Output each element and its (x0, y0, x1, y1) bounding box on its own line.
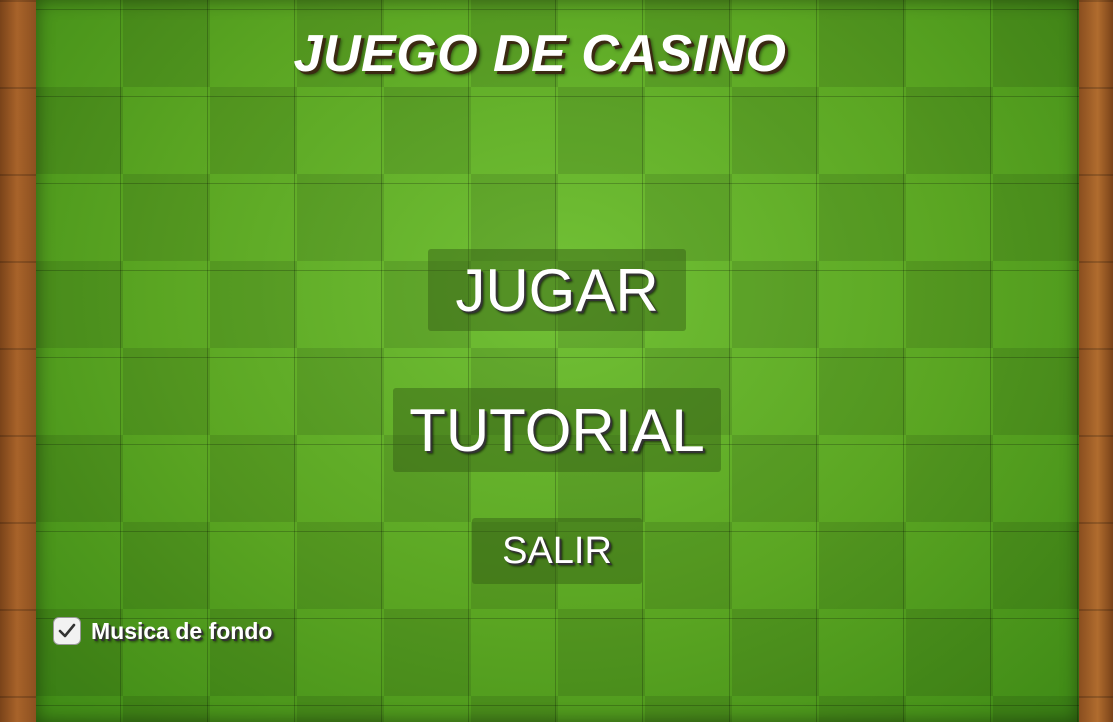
background-music-toggle[interactable]: Musica de fondo (53, 617, 272, 645)
tutorial-button[interactable]: TUTORIAL (393, 388, 721, 472)
checkmark-icon (58, 623, 76, 638)
play-button[interactable]: JUGAR (428, 249, 686, 331)
exit-button[interactable]: SALIR (472, 518, 642, 584)
game-title: JUEGO DE CASINO (293, 25, 787, 83)
wood-border-left (0, 0, 38, 722)
wood-border-right (1079, 0, 1113, 722)
music-checkbox[interactable] (53, 617, 81, 645)
game-board-background (36, 0, 1079, 722)
music-label: Musica de fondo (91, 617, 273, 644)
